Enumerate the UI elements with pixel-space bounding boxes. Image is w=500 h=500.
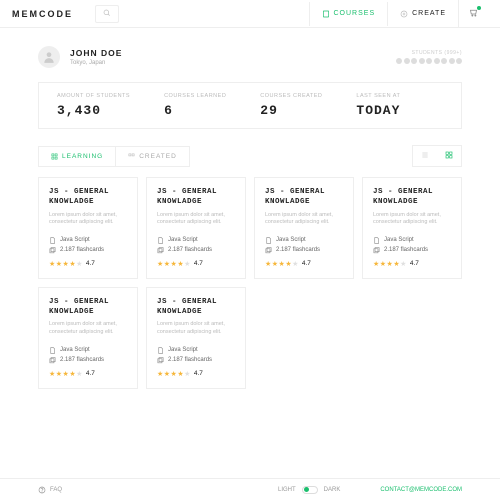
card-language: Java Script <box>265 237 343 244</box>
card-title: JS - GENERAL KNOWLADGE <box>49 298 127 318</box>
course-card[interactable]: JS - GENERAL KNOWLADGE Lorem ipsum dolor… <box>146 177 246 279</box>
stat-learned: COURSES LEARNED6 <box>164 93 226 118</box>
cards-icon <box>373 247 380 254</box>
search-input[interactable] <box>95 5 119 23</box>
card-flashcards: 2.187 flashcards <box>157 247 235 254</box>
contact-link[interactable]: CONTACT@MEMCODE.COM <box>380 487 462 493</box>
card-desc: Lorem ipsum dolor sit amet, consectetur … <box>49 212 127 227</box>
card-rating: ★★★★★ 4.7 <box>49 260 127 268</box>
file-icon <box>157 237 164 244</box>
toggle-switch[interactable] <box>302 486 318 494</box>
card-title: JS - GENERAL KNOWLADGE <box>157 188 235 208</box>
course-card[interactable]: JS - GENERAL KNOWLADGE Lorem ipsum dolor… <box>38 287 138 389</box>
nav-courses[interactable]: COURSES <box>309 2 388 26</box>
streak-dots <box>396 58 462 64</box>
card-language: Java Script <box>157 347 235 354</box>
stat-created: COURSES CREATED29 <box>260 93 322 118</box>
course-card[interactable]: JS - GENERAL KNOWLADGE Lorem ipsum dolor… <box>146 287 246 389</box>
card-language: Java Script <box>49 347 127 354</box>
stat-lastseen: LAST SEEN ATTODAY <box>356 93 400 118</box>
card-rating: ★★★★★ 4.7 <box>157 370 235 378</box>
card-title: JS - GENERAL KNOWLADGE <box>157 298 235 318</box>
tab-created[interactable]: CREATED <box>116 147 189 166</box>
stat-students: AMOUNT OF STUDENTS3,430 <box>57 93 130 118</box>
theme-toggle[interactable]: LIGHT DARK <box>278 486 340 494</box>
card-rating: ★★★★★ 4.7 <box>49 370 127 378</box>
card-desc: Lorem ipsum dolor sit amet, consectetur … <box>373 212 451 227</box>
card-flashcards: 2.187 flashcards <box>265 247 343 254</box>
nav-courses-label: COURSES <box>334 10 376 17</box>
list-icon <box>128 153 135 160</box>
card-language: Java Script <box>49 237 127 244</box>
list-view-icon <box>421 151 429 159</box>
plus-circle-icon <box>400 10 408 18</box>
theme-dark-label: DARK <box>324 487 341 493</box>
nav-create[interactable]: CREATE <box>387 2 458 26</box>
user-name: JOHN DOE <box>70 48 122 58</box>
streak-label: STUDENTS (999+) <box>396 50 462 56</box>
file-icon <box>49 347 56 354</box>
book-icon <box>322 10 330 18</box>
grid-view-icon <box>445 151 453 159</box>
nav-cart[interactable] <box>458 0 488 27</box>
notification-dot <box>477 6 481 10</box>
brand-logo[interactable]: MEMCODE <box>12 9 73 19</box>
card-flashcards: 2.187 flashcards <box>373 247 451 254</box>
view-list-button[interactable] <box>413 146 437 166</box>
card-title: JS - GENERAL KNOWLADGE <box>373 188 451 208</box>
cards-icon <box>157 247 164 254</box>
file-icon <box>265 237 272 244</box>
avatar[interactable] <box>38 46 60 68</box>
cards-icon <box>157 357 164 364</box>
card-desc: Lorem ipsum dolor sit amet, consectetur … <box>265 212 343 227</box>
card-rating: ★★★★★ 4.7 <box>157 260 235 268</box>
card-rating: ★★★★★ 4.7 <box>373 260 451 268</box>
card-desc: Lorem ipsum dolor sit amet, consectetur … <box>157 321 235 336</box>
card-title: JS - GENERAL KNOWLADGE <box>49 188 127 208</box>
stats-panel: AMOUNT OF STUDENTS3,430 COURSES LEARNED6… <box>38 82 462 129</box>
file-icon <box>373 237 380 244</box>
user-location: Tokyo, Japan <box>70 60 122 66</box>
course-card[interactable]: JS - GENERAL KNOWLADGE Lorem ipsum dolor… <box>362 177 462 279</box>
view-grid-button[interactable] <box>437 146 461 166</box>
cards-icon <box>49 247 56 254</box>
grid-icon <box>51 153 58 160</box>
course-card[interactable]: JS - GENERAL KNOWLADGE Lorem ipsum dolor… <box>254 177 354 279</box>
faq-link[interactable]: FAQ <box>38 486 62 494</box>
theme-light-label: LIGHT <box>278 487 296 493</box>
card-flashcards: 2.187 flashcards <box>49 247 127 254</box>
file-icon <box>49 237 56 244</box>
cards-icon <box>49 357 56 364</box>
card-language: Java Script <box>373 237 451 244</box>
cards-icon <box>265 247 272 254</box>
card-rating: ★★★★★ 4.7 <box>265 260 343 268</box>
nav-create-label: CREATE <box>412 10 446 17</box>
help-icon <box>38 486 46 494</box>
card-desc: Lorem ipsum dolor sit amet, consectetur … <box>157 212 235 227</box>
card-desc: Lorem ipsum dolor sit amet, consectetur … <box>49 321 127 336</box>
card-flashcards: 2.187 flashcards <box>49 357 127 364</box>
search-icon <box>103 9 111 17</box>
file-icon <box>157 347 164 354</box>
card-title: JS - GENERAL KNOWLADGE <box>265 188 343 208</box>
tab-learning[interactable]: LEARNING <box>39 147 116 166</box>
course-card[interactable]: JS - GENERAL KNOWLADGE Lorem ipsum dolor… <box>38 177 138 279</box>
user-icon <box>42 50 56 64</box>
card-language: Java Script <box>157 237 235 244</box>
card-flashcards: 2.187 flashcards <box>157 357 235 364</box>
